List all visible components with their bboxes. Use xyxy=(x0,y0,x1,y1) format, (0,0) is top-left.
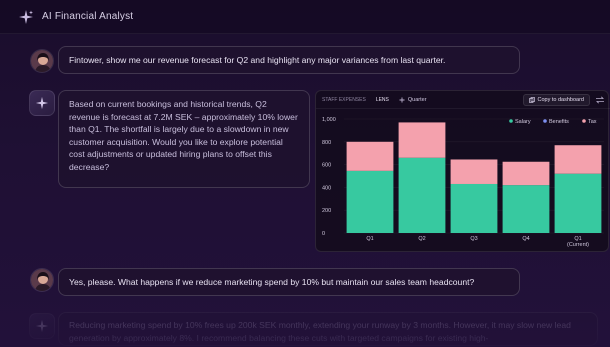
user-avatar xyxy=(30,49,54,73)
assistant-message-text: Reducing marketing spend by 10% frees up… xyxy=(69,320,571,343)
user-message-text: Yes, please. What happens if we reduce m… xyxy=(69,276,475,287)
y-tick-label: 800 xyxy=(322,140,331,146)
bar-tax xyxy=(398,122,446,158)
user-avatar xyxy=(30,268,54,292)
assistant-message-text: Based on current bookings and historical… xyxy=(69,99,298,172)
legend-label-benefits: Benefits xyxy=(549,119,569,125)
bar-tax xyxy=(346,141,394,171)
assistant-avatar xyxy=(29,90,55,116)
y-tick-label: 400 xyxy=(322,185,331,191)
app-title: AI Financial Analyst xyxy=(42,11,134,22)
y-tick-label: 200 xyxy=(322,208,331,214)
user-message: Fintower, show me our revenue forecast f… xyxy=(58,46,520,74)
copy-to-dashboard-button[interactable]: Copy to dashboard xyxy=(522,94,590,106)
x-tick-label: Q3 xyxy=(470,236,477,242)
sparkle-icon xyxy=(19,9,33,24)
assistant-avatar xyxy=(29,313,55,339)
assistant-message: Based on current bookings and historical… xyxy=(58,90,310,188)
x-tick-label: Q2 xyxy=(418,236,425,242)
bar-salary xyxy=(398,157,446,233)
sparkle-icon xyxy=(35,319,49,333)
tab-staff-expenses[interactable]: STAFF EXPENSES xyxy=(322,97,366,103)
bar-tax xyxy=(554,145,602,174)
legend-label-tax: Tax xyxy=(588,119,597,125)
bar-salary xyxy=(554,173,602,233)
bar-salary xyxy=(450,183,498,233)
x-tick-label: Q1 xyxy=(366,236,373,242)
bar-salary xyxy=(502,185,550,233)
bar-tax xyxy=(502,161,550,186)
y-tick-label: 600 xyxy=(322,163,331,169)
swap-icon[interactable] xyxy=(595,95,605,105)
sparkle-icon xyxy=(35,96,49,110)
tab-lens[interactable]: LENS xyxy=(376,97,389,103)
bar-salary xyxy=(346,170,394,233)
assistant-message: Reducing marketing spend by 10% frees up… xyxy=(58,312,598,346)
staff-expenses-chart: 0 200 400 600 800 1,000 Salary Benefits Tax Q1 Q2 Q… xyxy=(322,117,604,248)
app-header: AI Financial Analyst xyxy=(0,0,610,34)
y-tick-label: 0 xyxy=(322,231,325,237)
legend-swatch-salary xyxy=(509,119,513,123)
user-message-text: Fintower, show me our revenue forecast f… xyxy=(69,54,446,65)
quarter-selector[interactable]: Quarter xyxy=(399,97,427,103)
legend-label-salary: Salary xyxy=(515,119,531,125)
copy-icon xyxy=(528,97,535,103)
user-message: Yes, please. What happens if we reduce m… xyxy=(58,268,520,296)
y-tick-label: 1,000 xyxy=(322,117,336,123)
chart-card: STAFF EXPENSES LENS Quarter Copy to dash… xyxy=(315,90,610,252)
chart-toolbar: STAFF EXPENSES LENS Quarter Copy to dash… xyxy=(316,91,610,109)
legend-swatch-benefits xyxy=(543,119,547,123)
copy-to-dashboard-label: Copy to dashboard xyxy=(537,97,584,103)
plus-icon xyxy=(399,97,405,102)
x-tick-label: Q1 (Current) xyxy=(567,236,589,248)
x-tick-label: Q4 xyxy=(522,236,529,242)
quarter-label: Quarter xyxy=(407,96,427,103)
bar-tax xyxy=(450,159,498,184)
legend-swatch-tax xyxy=(582,119,586,123)
